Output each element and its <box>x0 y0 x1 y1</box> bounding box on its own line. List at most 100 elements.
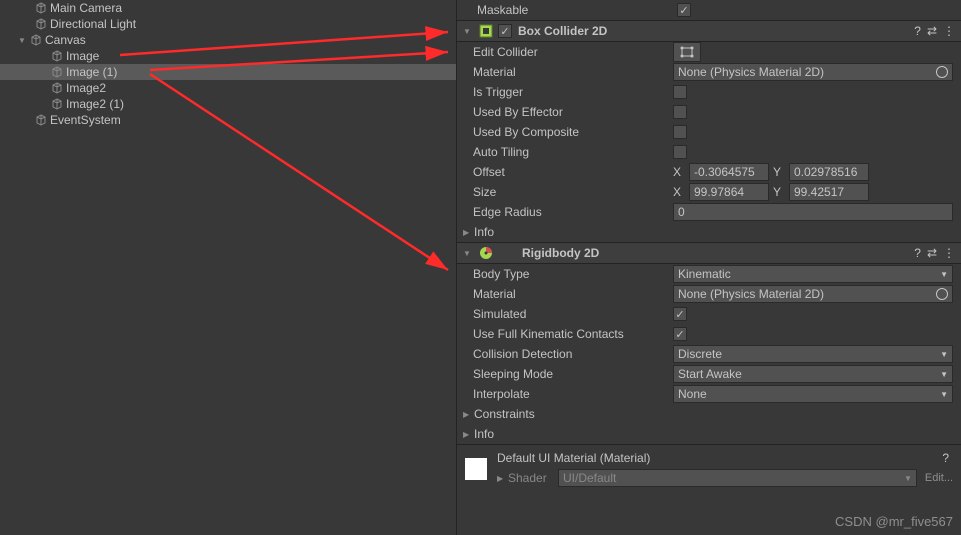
effector-checkbox[interactable] <box>673 105 687 119</box>
item-label: Image2 <box>66 81 106 95</box>
full-kinematic-label: Use Full Kinematic Contacts <box>473 327 673 341</box>
help-icon[interactable]: ? <box>942 451 949 465</box>
body-type-label: Body Type <box>473 267 673 281</box>
foldout-icon[interactable]: ▶ <box>497 474 505 483</box>
size-y-input[interactable] <box>789 183 869 201</box>
shader-dropdown[interactable]: UI/Default▼ <box>558 469 917 487</box>
simulated-checkbox[interactable]: ✓ <box>673 307 687 321</box>
hierarchy-panel: Main Camera Directional Light ▼ Canvas Im… <box>0 0 456 535</box>
hierarchy-item[interactable]: ▼ Canvas <box>0 32 456 48</box>
rigidbody-icon <box>478 245 494 261</box>
gameobject-icon <box>29 33 43 47</box>
rb-material-label: Material <box>473 287 673 301</box>
gameobject-icon <box>34 113 48 127</box>
edge-radius-label: Edge Radius <box>473 205 673 219</box>
sleeping-label: Sleeping Mode <box>473 367 673 381</box>
edge-radius-input[interactable] <box>673 203 953 221</box>
item-label: Main Camera <box>50 1 122 15</box>
object-picker-icon[interactable] <box>936 288 948 300</box>
chevron-down-icon: ▼ <box>940 390 948 399</box>
box-collider-icon <box>478 23 494 39</box>
edit-collider-label: Edit Collider <box>473 45 673 59</box>
menu-icon[interactable]: ⋮ <box>943 246 955 260</box>
material-label: Material <box>473 65 673 79</box>
hierarchy-item[interactable]: Directional Light <box>0 16 456 32</box>
offset-x-input[interactable] <box>689 163 769 181</box>
item-label: Image <box>66 49 99 63</box>
simulated-label: Simulated <box>473 307 673 321</box>
gameobject-icon <box>50 97 64 111</box>
chevron-down-icon: ▼ <box>940 350 948 359</box>
interpolate-label: Interpolate <box>473 387 673 401</box>
help-icon[interactable]: ? <box>914 246 921 260</box>
auto-tiling-label: Auto Tiling <box>473 145 673 159</box>
hierarchy-item[interactable]: Image2 (1) <box>0 96 456 112</box>
maskable-label: Maskable <box>477 3 677 17</box>
component-title: Box Collider 2D <box>518 24 914 38</box>
effector-label: Used By Effector <box>473 105 673 119</box>
foldout-icon[interactable]: ▼ <box>463 27 471 36</box>
material-section: Default UI Material (Material) ? ▶ Shade… <box>457 444 961 493</box>
component-enabled-checkbox[interactable]: ✓ <box>498 24 512 38</box>
shader-label: Shader <box>508 471 558 485</box>
rb-material-field[interactable]: None (Physics Material 2D) <box>673 285 953 303</box>
material-title: Default UI Material (Material) <box>497 451 650 465</box>
box-collider-header[interactable]: ▼ ✓ Box Collider 2D ? ⇄ ⋮ <box>457 20 961 42</box>
inspector-panel: Maskable ✓ ▼ ✓ Box Collider 2D ? ⇄ ⋮ Edi… <box>456 0 961 535</box>
gameobject-icon <box>50 81 64 95</box>
preset-icon[interactable]: ⇄ <box>927 246 937 260</box>
edit-label: Edit... <box>925 472 953 484</box>
rigidbody-header[interactable]: ▼ Rigidbody 2D ? ⇄ ⋮ <box>457 242 961 264</box>
hierarchy-item-selected[interactable]: Image (1) <box>0 64 456 80</box>
hierarchy-item[interactable]: Image <box>0 48 456 64</box>
gameobject-icon <box>50 65 64 79</box>
hierarchy-item[interactable]: Main Camera <box>0 0 456 16</box>
offset-y-input[interactable] <box>789 163 869 181</box>
collision-label: Collision Detection <box>473 347 673 361</box>
expand-icon[interactable]: ▼ <box>18 36 26 45</box>
edit-collider-button[interactable] <box>673 42 701 62</box>
foldout-icon[interactable]: ▼ <box>463 249 471 258</box>
rb-info-foldout[interactable]: ▶Info <box>457 424 961 444</box>
is-trigger-label: Is Trigger <box>473 85 673 99</box>
constraints-foldout[interactable]: ▶Constraints <box>457 404 961 424</box>
info-foldout[interactable]: ▶Info <box>457 222 961 242</box>
hierarchy-item[interactable]: EventSystem <box>0 112 456 128</box>
help-icon[interactable]: ? <box>914 24 921 38</box>
maskable-checkbox[interactable]: ✓ <box>677 3 691 17</box>
object-picker-icon[interactable] <box>936 66 948 78</box>
maskable-row: Maskable ✓ <box>457 0 961 20</box>
composite-checkbox[interactable] <box>673 125 687 139</box>
item-label: Directional Light <box>50 17 136 31</box>
offset-label: Offset <box>473 165 673 179</box>
auto-tiling-checkbox[interactable] <box>673 145 687 159</box>
y-label: Y <box>773 185 785 199</box>
y-label: Y <box>773 165 785 179</box>
chevron-down-icon: ▼ <box>940 370 948 379</box>
watermark: CSDN @mr_five567 <box>835 514 953 529</box>
gameobject-icon <box>50 49 64 63</box>
interpolate-dropdown[interactable]: None▼ <box>673 385 953 403</box>
is-trigger-checkbox[interactable] <box>673 85 687 99</box>
preset-icon[interactable]: ⇄ <box>927 24 937 38</box>
item-label: Canvas <box>45 33 86 47</box>
menu-icon[interactable]: ⋮ <box>943 24 955 38</box>
item-label: Image2 (1) <box>66 97 124 111</box>
gameobject-icon <box>34 1 48 15</box>
composite-label: Used By Composite <box>473 125 673 139</box>
size-x-input[interactable] <box>689 183 769 201</box>
x-label: X <box>673 165 685 179</box>
sleeping-dropdown[interactable]: Start Awake▼ <box>673 365 953 383</box>
full-kinematic-checkbox[interactable]: ✓ <box>673 327 687 341</box>
component-title: Rigidbody 2D <box>522 246 914 260</box>
collision-dropdown[interactable]: Discrete▼ <box>673 345 953 363</box>
hierarchy-item[interactable]: Image2 <box>0 80 456 96</box>
material-field[interactable]: None (Physics Material 2D) <box>673 63 953 81</box>
x-label: X <box>673 185 685 199</box>
material-preview <box>465 458 487 480</box>
item-label: Image (1) <box>66 65 117 79</box>
body-type-dropdown[interactable]: Kinematic▼ <box>673 265 953 283</box>
chevron-down-icon: ▼ <box>940 270 948 279</box>
gameobject-icon <box>34 17 48 31</box>
item-label: EventSystem <box>50 113 121 127</box>
